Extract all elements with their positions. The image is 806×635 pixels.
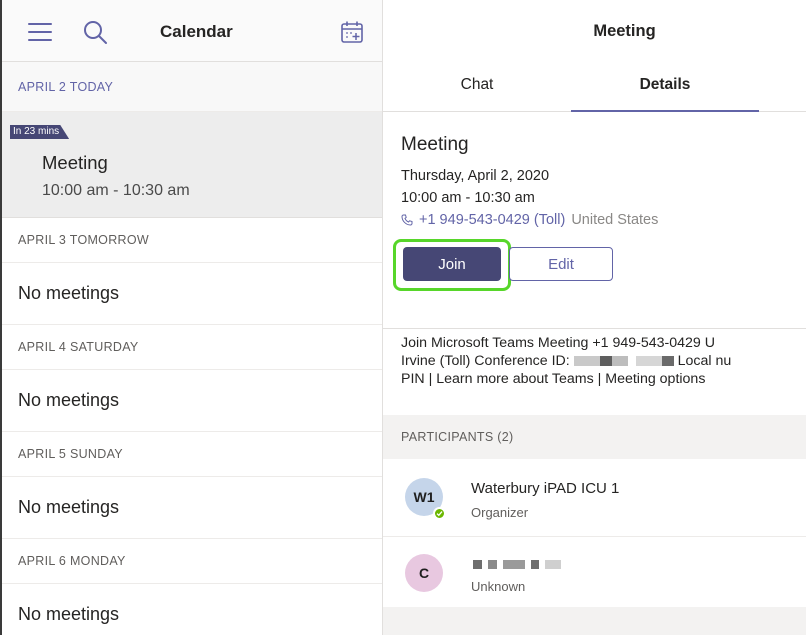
meeting-header-title: Meeting <box>593 21 656 40</box>
day-header-monday: APRIL 6 MONDAY <box>2 539 382 584</box>
participants-header: PARTICIPANTS (2) <box>383 415 806 459</box>
no-meetings-label: No meetings <box>2 263 382 325</box>
meeting-tabs: Chat Details <box>383 62 806 113</box>
phone-number: +1 949-543-0429 (Toll) <box>419 212 566 228</box>
day-header-sunday: APRIL 5 SUNDAY <box>2 432 382 477</box>
join-button[interactable]: Join <box>403 247 501 281</box>
participant-row[interactable]: W1 Waterbury iPAD ICU 1 Organizer <box>383 459 806 537</box>
no-meetings-label: No meetings <box>2 477 382 539</box>
redacted-block <box>611 356 628 367</box>
divider <box>383 328 806 329</box>
meeting-list-item[interactable]: In 23 mins Meeting 10:00 am - 10:30 am <box>2 112 382 218</box>
details-date: Thursday, April 2, 2020 <box>401 168 550 184</box>
participant-row[interactable]: C Unknown <box>383 537 806 607</box>
meeting-pane: Meeting Chat Details Meeting Thursday, A… <box>383 0 806 635</box>
calendar-title: Calendar <box>160 22 233 41</box>
description-line-2-start: Irvine (Toll) Conference ID: <box>401 353 570 369</box>
description-line-2: Irvine (Toll) Conference ID: Local nu <box>401 352 806 370</box>
pane-background <box>383 607 806 635</box>
participant-role: Unknown <box>471 579 526 594</box>
participant-name: Waterbury iPAD ICU 1 <box>471 480 620 497</box>
details-title: Meeting <box>401 134 469 155</box>
meeting-header: Meeting <box>383 0 806 62</box>
description-line-1: Join Microsoft Teams Meeting +1 949-543-… <box>401 335 716 351</box>
phone-icon <box>401 214 413 226</box>
details-time: 10:00 am - 10:30 am <box>401 190 535 206</box>
action-buttons: Join Edit <box>393 239 788 291</box>
redacted-block <box>635 356 662 367</box>
no-meetings-label: No meetings <box>2 370 382 432</box>
meeting-description: Join Microsoft Teams Meeting +1 949-543-… <box>401 334 806 388</box>
tab-details[interactable]: Details <box>571 62 759 113</box>
redacted-block <box>599 356 612 367</box>
meeting-item-time: 10:00 am - 10:30 am <box>42 182 190 199</box>
tab-chat[interactable]: Chat <box>383 62 571 111</box>
dial-in-phone-link[interactable]: +1 949-543-0429 (Toll) United States <box>401 212 788 228</box>
checkmark-icon <box>433 507 446 520</box>
description-line-2-end: Local nu <box>677 353 732 369</box>
starting-soon-badge: In 23 mins <box>10 125 70 139</box>
meeting-item-title: Meeting <box>42 152 108 173</box>
description-line-3[interactable]: PIN | Learn more about Teams | Meeting o… <box>401 370 806 388</box>
calendar-pane: Calendar APRIL 2 TODAY In 23 mins Meetin… <box>0 0 383 635</box>
day-header-tomorrow: APRIL 3 TOMORROW <box>2 218 382 263</box>
no-meetings-label: No meetings <box>2 584 382 635</box>
redacted-participant-name <box>473 560 567 569</box>
meeting-details: Meeting Thursday, April 2, 2020 10:00 am… <box>383 112 806 415</box>
avatar: C <box>405 554 443 592</box>
redacted-block <box>661 356 674 367</box>
hamburger-menu-icon[interactable] <box>28 23 52 41</box>
participant-role: Organizer <box>471 505 529 520</box>
day-header-saturday: APRIL 4 SATURDAY <box>2 325 382 370</box>
calendar-add-icon[interactable] <box>340 20 364 44</box>
redacted-block <box>573 356 600 367</box>
edit-button[interactable]: Edit <box>509 247 613 281</box>
search-icon[interactable] <box>82 19 108 45</box>
teams-app: Calendar APRIL 2 TODAY In 23 mins Meetin… <box>0 0 806 635</box>
calendar-header: Calendar <box>2 0 382 62</box>
phone-country: United States <box>571 212 659 228</box>
day-header-today: APRIL 2 TODAY <box>2 62 382 112</box>
